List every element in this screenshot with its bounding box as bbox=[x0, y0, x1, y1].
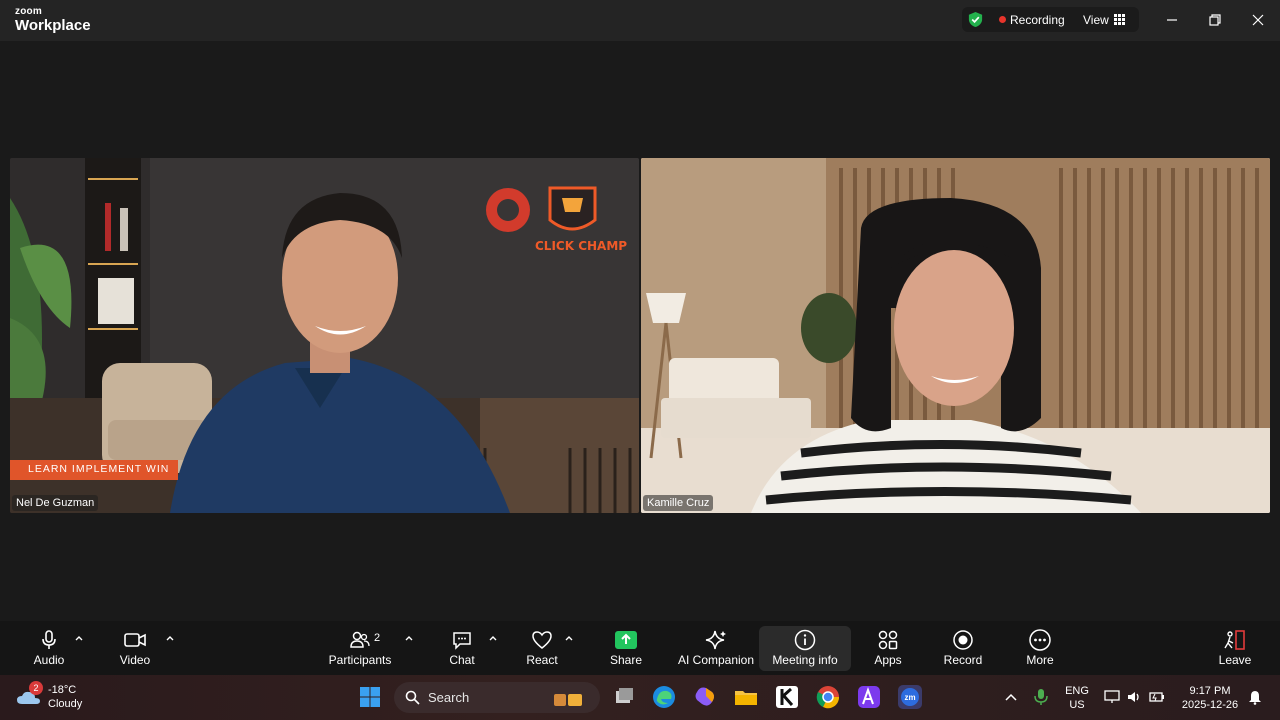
video-button[interactable]: Video bbox=[115, 621, 155, 675]
apps-button[interactable]: Apps bbox=[868, 621, 908, 675]
record-button[interactable]: Record bbox=[943, 621, 983, 675]
audio-options-chevron-icon[interactable] bbox=[74, 633, 84, 643]
ai-companion-button[interactable]: AI Companion bbox=[678, 621, 754, 675]
leave-label: Leave bbox=[1218, 653, 1252, 667]
tray-microphone-icon[interactable] bbox=[1034, 688, 1048, 706]
ai-companion-label: AI Companion bbox=[677, 653, 755, 667]
react-button[interactable]: React bbox=[522, 621, 562, 675]
record-label: Record bbox=[943, 653, 983, 667]
more-label: More bbox=[1026, 653, 1054, 667]
k-app-icon[interactable] bbox=[774, 684, 800, 710]
clock-time[interactable]: 9:17 PM bbox=[1178, 685, 1242, 697]
share-label: Share bbox=[609, 653, 643, 667]
network-icon[interactable] bbox=[1104, 689, 1120, 705]
leave-button[interactable]: Leave bbox=[1215, 621, 1255, 675]
recording-indicator[interactable]: Recording bbox=[1010, 13, 1065, 27]
copilot-icon[interactable] bbox=[692, 684, 718, 710]
restore-icon[interactable] bbox=[1205, 10, 1225, 30]
volume-icon[interactable] bbox=[1126, 689, 1142, 705]
participants-icon bbox=[350, 631, 370, 648]
apps-label: Apps bbox=[874, 653, 902, 667]
video-tile-nel[interactable]: CLICK CHAMP LEARN IMPLEMENT WIN Nel De G… bbox=[10, 158, 639, 513]
more-icon bbox=[1029, 629, 1051, 651]
notification-bell-icon[interactable] bbox=[1248, 689, 1262, 705]
audio-button[interactable]: Audio bbox=[29, 621, 69, 675]
weather-description[interactable]: Cloudy bbox=[48, 698, 82, 710]
battery-icon[interactable] bbox=[1148, 689, 1166, 705]
title-bar: zoom Workplace Recording View bbox=[0, 0, 1280, 41]
video-label: Video bbox=[119, 653, 151, 667]
logo-text: CLICK CHAMP bbox=[535, 239, 627, 253]
input-language-top[interactable]: ENG bbox=[1065, 685, 1089, 697]
participant-name-nel: Nel De Guzman bbox=[12, 495, 99, 511]
encryption-shield-icon[interactable] bbox=[967, 11, 984, 28]
chrome-icon[interactable] bbox=[815, 684, 841, 710]
record-icon bbox=[953, 630, 973, 650]
recording-dot-icon bbox=[999, 16, 1006, 23]
chat-button[interactable]: Chat bbox=[442, 621, 482, 675]
edge-browser-icon[interactable] bbox=[651, 684, 677, 710]
video-tile-kamille[interactable]: Kamille Cruz bbox=[641, 158, 1270, 513]
info-icon bbox=[794, 629, 816, 651]
grid-view-icon[interactable] bbox=[1114, 14, 1125, 25]
chat-bubble-icon bbox=[453, 632, 471, 650]
meeting-info-label: Meeting info bbox=[772, 653, 838, 667]
input-language-bottom[interactable]: US bbox=[1065, 699, 1089, 711]
participants-button[interactable]: Participants bbox=[328, 621, 392, 675]
participants-options-chevron-icon[interactable] bbox=[404, 633, 414, 643]
windows-taskbar: 2 -18°C Cloudy Search zm ENG US 9:17 PM … bbox=[0, 675, 1280, 720]
share-screen-icon bbox=[615, 631, 637, 649]
video-camera-icon bbox=[124, 633, 146, 647]
tray-overflow-chevron-icon[interactable] bbox=[1005, 692, 1017, 702]
brand-title: Workplace bbox=[15, 17, 91, 34]
more-button[interactable]: More bbox=[1020, 621, 1060, 675]
search-icon bbox=[405, 690, 420, 705]
clock-date[interactable]: 2025-12-26 bbox=[1178, 699, 1242, 711]
task-view-icon[interactable] bbox=[611, 684, 637, 710]
leave-door-icon bbox=[1224, 630, 1245, 650]
chat-label: Chat bbox=[449, 653, 475, 667]
video-feed-kamille bbox=[641, 158, 1270, 513]
app-brand: zoom Workplace bbox=[15, 6, 91, 34]
meeting-toolbar: Audio Video Participants 2 Chat React Sh… bbox=[0, 621, 1280, 675]
chat-options-chevron-icon[interactable] bbox=[488, 633, 498, 643]
file-explorer-icon[interactable] bbox=[733, 684, 759, 710]
zoom-app-icon[interactable]: zm bbox=[897, 684, 923, 710]
participants-count: 2 bbox=[374, 632, 381, 644]
video-options-chevron-icon[interactable] bbox=[165, 633, 175, 643]
svg-text:zm: zm bbox=[904, 693, 915, 702]
search-label: Search bbox=[428, 690, 470, 705]
react-options-chevron-icon[interactable] bbox=[564, 633, 574, 643]
weather-temperature[interactable]: -18°C bbox=[48, 684, 76, 696]
apps-icon bbox=[878, 630, 898, 650]
audio-label: Audio bbox=[33, 653, 65, 667]
taskbar-search[interactable]: Search bbox=[394, 682, 600, 713]
meeting-info-button[interactable]: Meeting info bbox=[771, 621, 839, 675]
weather-badge: 2 bbox=[29, 681, 43, 695]
search-highlight-icon bbox=[554, 694, 582, 706]
view-button[interactable]: View bbox=[1083, 13, 1109, 27]
participant-name-kamille: Kamille Cruz bbox=[643, 495, 714, 511]
brand-small: zoom bbox=[15, 6, 42, 17]
close-icon[interactable] bbox=[1248, 10, 1268, 30]
lower-third-banner: LEARN IMPLEMENT WIN bbox=[10, 460, 178, 480]
microphone-icon bbox=[42, 630, 56, 649]
status-pill: Recording View bbox=[962, 7, 1139, 32]
ai-app-icon[interactable] bbox=[856, 684, 882, 710]
heart-icon bbox=[532, 631, 552, 649]
ai-sparkle-icon bbox=[705, 630, 726, 650]
react-label: React bbox=[526, 653, 558, 667]
windows-start-icon[interactable] bbox=[357, 684, 383, 710]
minimize-icon[interactable] bbox=[1162, 10, 1182, 30]
participants-label: Participants bbox=[328, 653, 392, 667]
share-button[interactable]: Share bbox=[606, 621, 646, 675]
